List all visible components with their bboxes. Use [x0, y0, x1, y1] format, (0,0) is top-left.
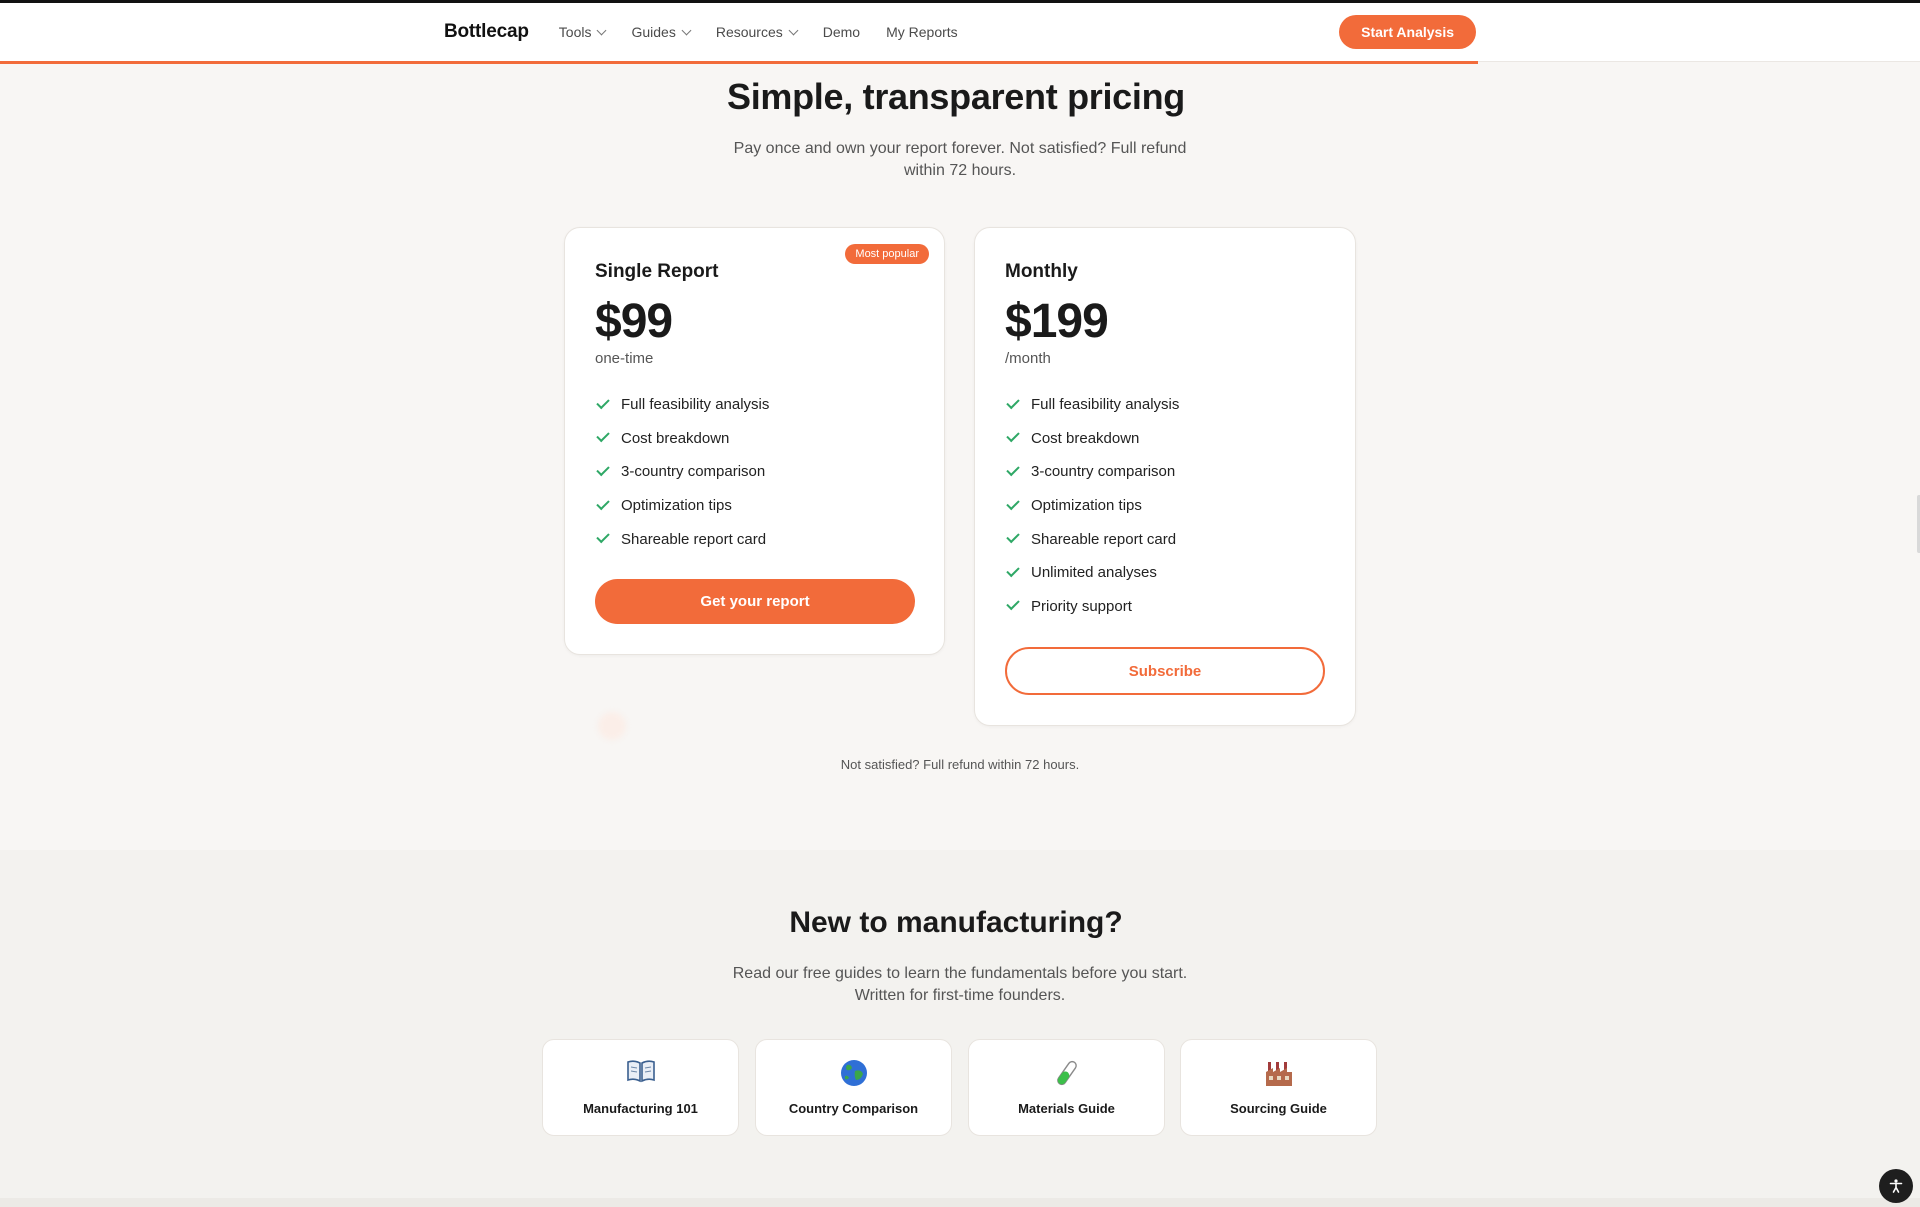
pricing-subtitle-line: Pay once and own your report forever. No…: [733, 140, 1187, 157]
nav-link-guides[interactable]: Guides: [631, 24, 692, 40]
plan-feature-list: Full feasibility analysis Cost breakdown…: [1005, 388, 1179, 623]
chevron-down-icon: [788, 25, 799, 35]
pricing-title: Simple, transparent pricing: [726, 76, 1185, 117]
feature-item: Cost breakdown: [595, 422, 769, 456]
check-icon: [1006, 496, 1020, 510]
plan-price: $99: [595, 295, 673, 348]
guide-card-label: Country Comparison: [788, 1101, 919, 1116]
accessibility-icon[interactable]: [1879, 1169, 1913, 1203]
plan-name: Single Report: [595, 261, 719, 282]
feature-item: Full feasibility analysis: [1005, 388, 1179, 422]
check-icon: [1006, 395, 1020, 410]
nav-link-tools[interactable]: Tools: [558, 24, 607, 40]
check-icon: [596, 462, 610, 477]
page-bottom-strip: [0, 1198, 1920, 1207]
plan-card-monthly: Monthly $199 /month Full feasibility ana…: [974, 227, 1356, 726]
check-icon: [1006, 563, 1020, 577]
decorative-blob: [598, 712, 626, 740]
check-icon: [596, 429, 610, 443]
nav-link-my-reports[interactable]: My Reports: [886, 24, 958, 40]
feature-item: Optimization tips: [595, 489, 769, 523]
plan-period: /month: [1005, 350, 1051, 367]
nav-link-label: Resources: [715, 24, 783, 40]
feature-label: Shareable report card: [1031, 530, 1177, 548]
guide-card-label: Manufacturing 101: [583, 1101, 698, 1116]
feature-label: 3-country comparison: [1031, 463, 1176, 481]
chevron-down-icon: [597, 25, 607, 35]
factory-icon: [1181, 1058, 1376, 1088]
feature-item: Full feasibility analysis: [595, 388, 769, 422]
feature-item: 3-country comparison: [595, 455, 769, 489]
check-icon: [596, 529, 610, 544]
guides-title: New to manufacturing?: [789, 906, 1123, 939]
nav-link-label: Guides: [631, 24, 676, 40]
test-tube-icon: [969, 1058, 1164, 1088]
nav-progress-accent: [0, 61, 1478, 64]
guide-card-sourcing-guide[interactable]: Sourcing Guide: [1180, 1039, 1377, 1136]
plan-feature-list: Full feasibility analysis Cost breakdown…: [595, 388, 769, 556]
pricing-subtitle: Pay once and own your report forever. No…: [0, 138, 1920, 182]
nav-link-label: Demo: [822, 24, 861, 40]
check-icon: [596, 496, 610, 510]
feature-label: Cost breakdown: [621, 429, 730, 447]
pricing-subtitle-line: within 72 hours.: [903, 162, 1017, 179]
subscribe-button[interactable]: Subscribe: [1005, 647, 1325, 695]
chevron-down-icon: [681, 25, 692, 35]
feature-item: Priority support: [1005, 590, 1179, 624]
check-icon: [1006, 429, 1020, 443]
guides-section: New to manufacturing? Read our free guid…: [0, 850, 1920, 1198]
plan-price: $199: [1005, 295, 1109, 348]
guide-card-country-comparison[interactable]: Country Comparison: [755, 1039, 952, 1136]
guides-subtitle-line: Read our free guides to learn the fundam…: [732, 965, 1188, 982]
feature-label: Full feasibility analysis: [621, 396, 770, 414]
feature-label: Cost breakdown: [1031, 429, 1140, 447]
nav-link-label: My Reports: [886, 24, 958, 40]
plan-card-single-report: Single Report Most popular $99 one-time …: [564, 227, 945, 655]
check-icon: [1006, 462, 1020, 477]
feature-label: Shareable report card: [621, 530, 767, 548]
nav-link-resources[interactable]: Resources: [715, 24, 799, 40]
most-popular-badge: Most popular: [845, 244, 929, 264]
feature-label: 3-country comparison: [621, 463, 766, 481]
feature-label: Optimization tips: [1031, 497, 1142, 515]
feature-label: Full feasibility analysis: [1031, 396, 1180, 414]
feature-label: Priority support: [1031, 597, 1132, 615]
plan-name: Monthly: [1005, 261, 1078, 282]
top-navigation: Bottlecap Tools Guides Resources Demo My…: [0, 3, 1920, 64]
start-analysis-button[interactable]: Start Analysis: [1339, 15, 1476, 49]
brand-logo[interactable]: Bottlecap: [444, 21, 529, 43]
nav-container: Bottlecap Tools Guides Resources Demo My…: [444, 3, 1476, 61]
guide-card-label: Materials Guide: [1018, 1101, 1115, 1116]
feature-item: Optimization tips: [1005, 489, 1179, 523]
get-your-report-button[interactable]: Get your report: [595, 579, 915, 624]
feature-item: Shareable report card: [595, 522, 769, 556]
guide-card-manufacturing-101[interactable]: Manufacturing 101: [542, 1039, 739, 1136]
guides-subtitle-line: Written for first-time founders.: [854, 987, 1066, 1004]
globe-icon: [756, 1058, 951, 1088]
guide-card-label: Sourcing Guide: [1230, 1101, 1327, 1116]
check-icon: [1006, 529, 1020, 544]
feature-label: Unlimited analyses: [1031, 564, 1157, 582]
feature-item: Cost breakdown: [1005, 422, 1179, 456]
check-icon: [1006, 597, 1020, 611]
feature-item: Unlimited analyses: [1005, 556, 1179, 590]
check-icon: [596, 395, 610, 410]
nav-link-label: Tools: [558, 24, 592, 40]
refund-note: Not satisfied? Full refund within 72 hou…: [840, 757, 1080, 772]
nav-link-demo[interactable]: Demo: [823, 24, 860, 40]
guides-subtitle: Read our free guides to learn the fundam…: [0, 963, 1920, 1007]
feature-item: 3-country comparison: [1005, 455, 1179, 489]
guide-card-materials-guide[interactable]: Materials Guide: [968, 1039, 1165, 1136]
plan-period: one-time: [595, 350, 654, 367]
feature-label: Optimization tips: [621, 497, 732, 515]
book-icon: [543, 1058, 738, 1084]
feature-item: Shareable report card: [1005, 522, 1179, 556]
